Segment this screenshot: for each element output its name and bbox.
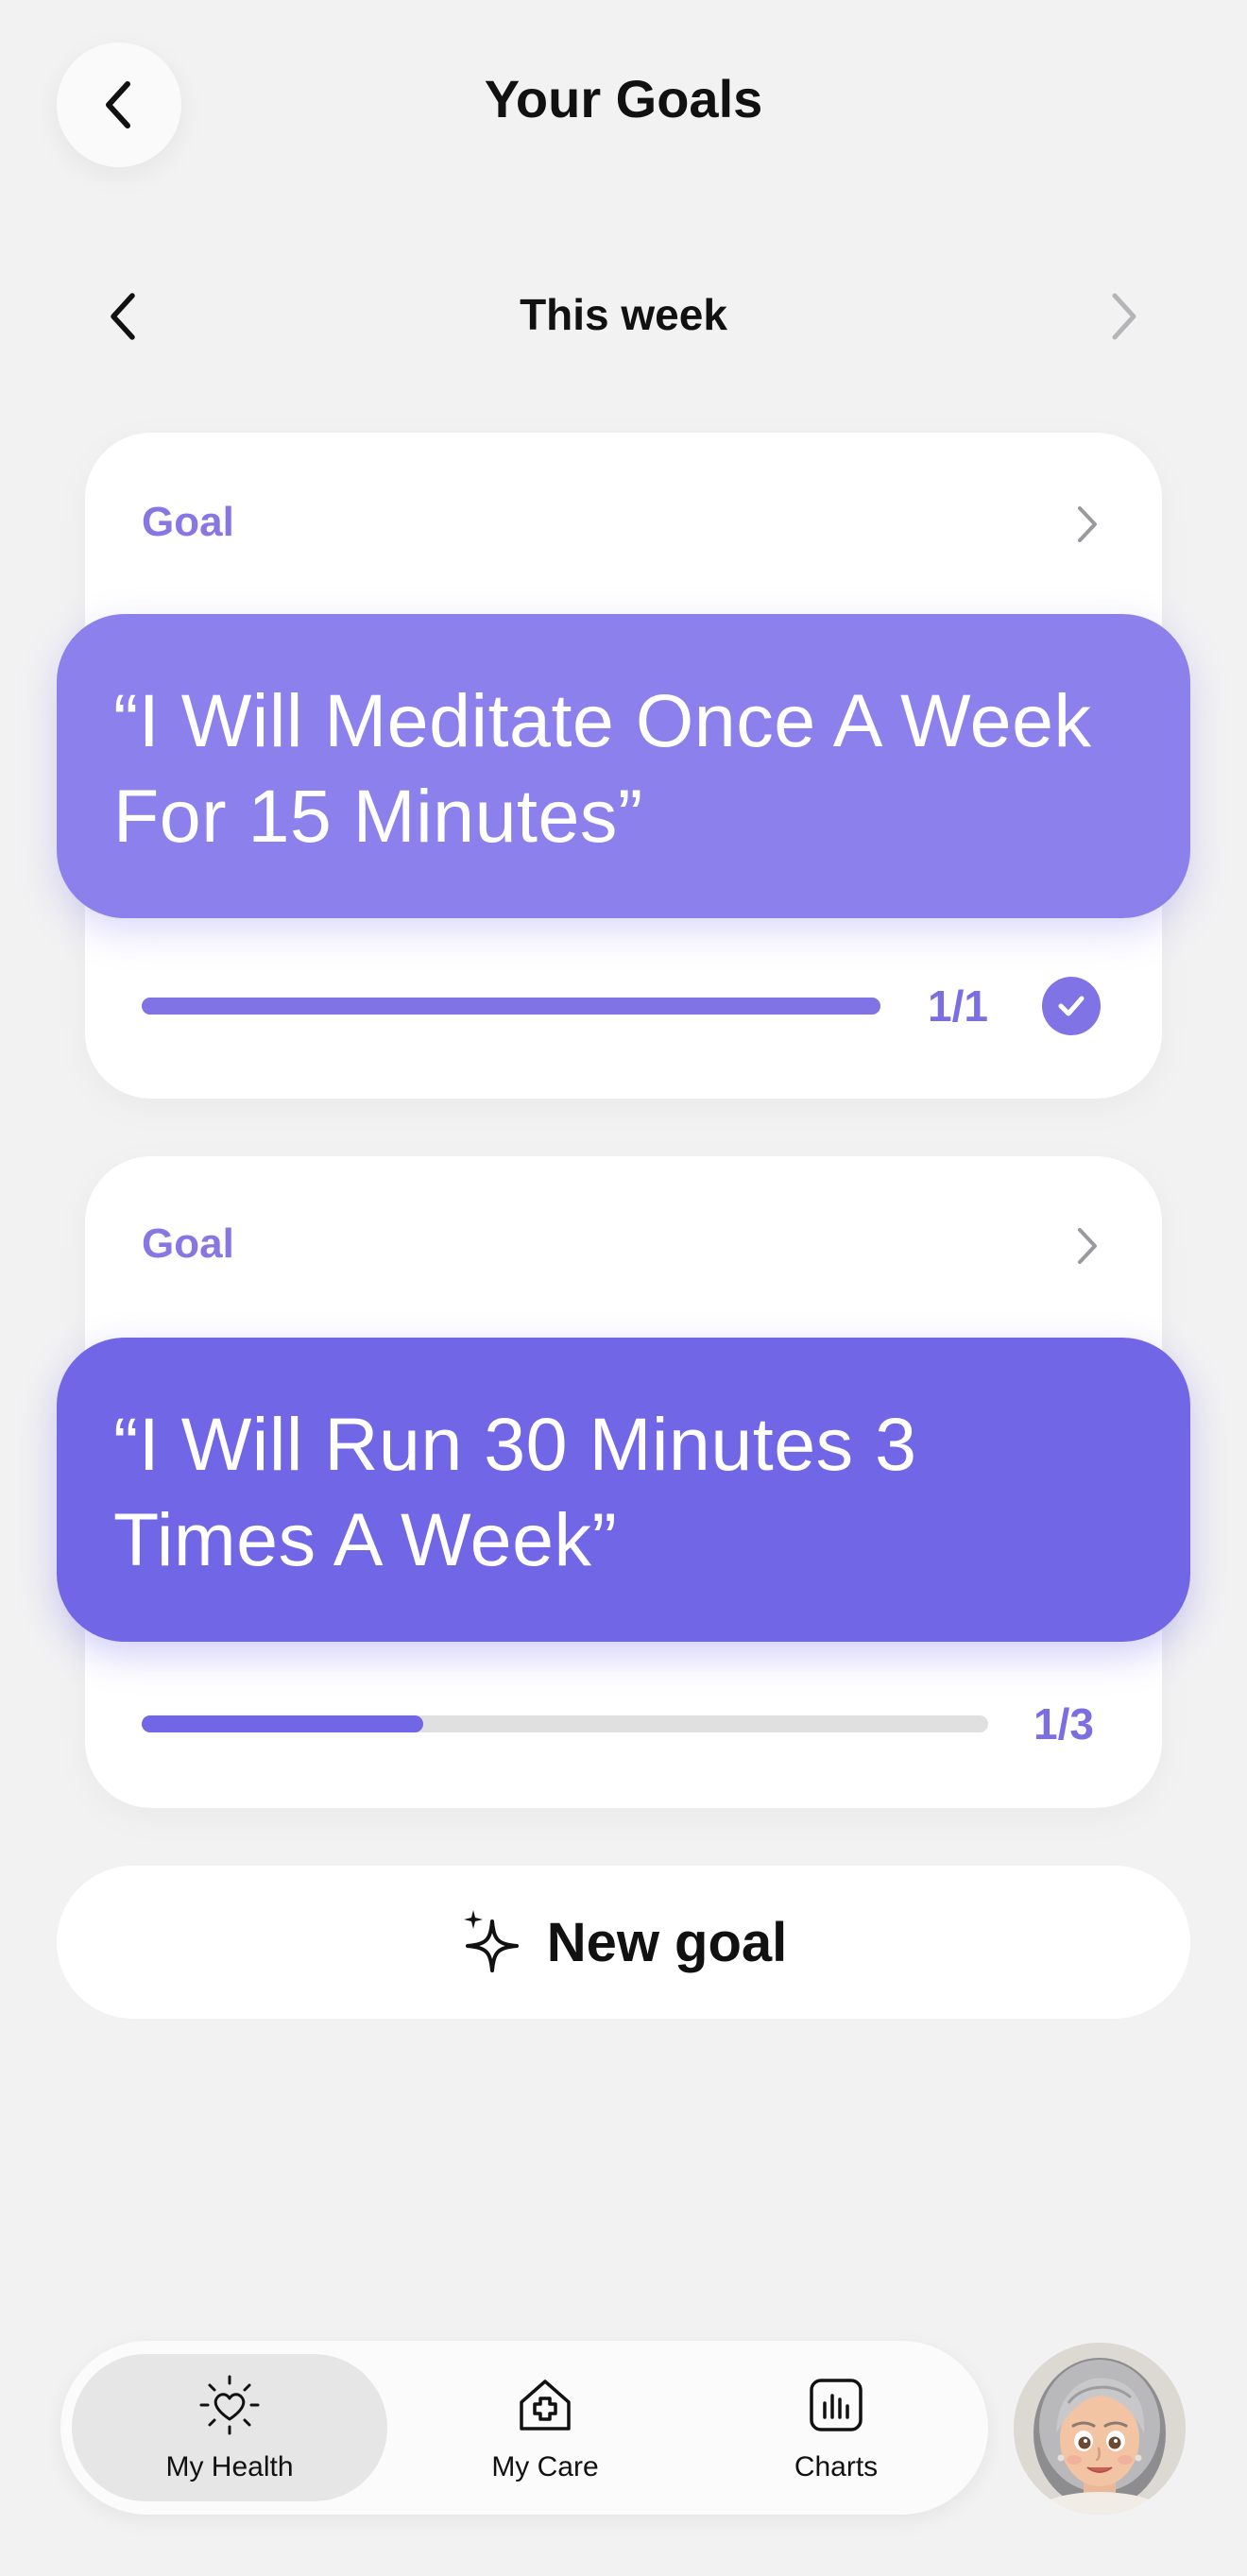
nav-label: Charts bbox=[794, 2451, 879, 2482]
goal-tag: Goal bbox=[142, 1220, 234, 1267]
heart-sun-icon bbox=[199, 2375, 260, 2435]
completed-badge bbox=[1042, 977, 1101, 1035]
nav-label: My Care bbox=[491, 2451, 599, 2482]
progress-bar bbox=[142, 998, 880, 1015]
chevron-right-icon bbox=[1078, 1228, 1097, 1264]
goal-statement: “I Will Run 30 Minutes 3 Times A Week” bbox=[57, 1338, 1190, 1642]
page-title: Your Goals bbox=[484, 69, 763, 128]
nav-label: My Health bbox=[165, 2451, 294, 2482]
house-plus-icon bbox=[520, 2380, 571, 2431]
nav-item-charts[interactable]: Charts bbox=[699, 2354, 973, 2501]
progress-count: 1/1 bbox=[928, 981, 988, 1031]
progress-fill bbox=[142, 1715, 424, 1732]
avatar[interactable] bbox=[1014, 2343, 1186, 2515]
checkmark-icon bbox=[1058, 996, 1085, 1016]
sparkles-icon bbox=[463, 1910, 519, 1972]
bottom-nav: My Health My Care Charts bbox=[60, 2341, 988, 2515]
progress-fill bbox=[142, 998, 880, 1015]
nav-item-my-care[interactable]: My Care bbox=[408, 2354, 682, 2501]
next-week-button[interactable] bbox=[1091, 283, 1157, 350]
avatar-illustration bbox=[1014, 2343, 1186, 2515]
chevron-right-icon bbox=[1078, 506, 1097, 542]
nav-item-my-health[interactable]: My Health bbox=[72, 2354, 387, 2501]
bar-chart-icon bbox=[810, 2379, 863, 2431]
progress-count: 1/3 bbox=[1033, 1699, 1094, 1749]
week-label: This week bbox=[520, 290, 727, 339]
goal-statement: “I Will Meditate Once A Week For 15 Minu… bbox=[57, 614, 1190, 918]
new-goal-button[interactable]: New goal bbox=[57, 1866, 1190, 2019]
goal-tag: Goal bbox=[142, 499, 234, 545]
chevron-right-icon bbox=[1112, 293, 1136, 340]
goals-screen: Your Goals This week Goal 1/1 “I Will Me… bbox=[0, 0, 1247, 2576]
new-goal-label: New goal bbox=[546, 1911, 788, 1973]
progress-bar bbox=[142, 1715, 988, 1732]
